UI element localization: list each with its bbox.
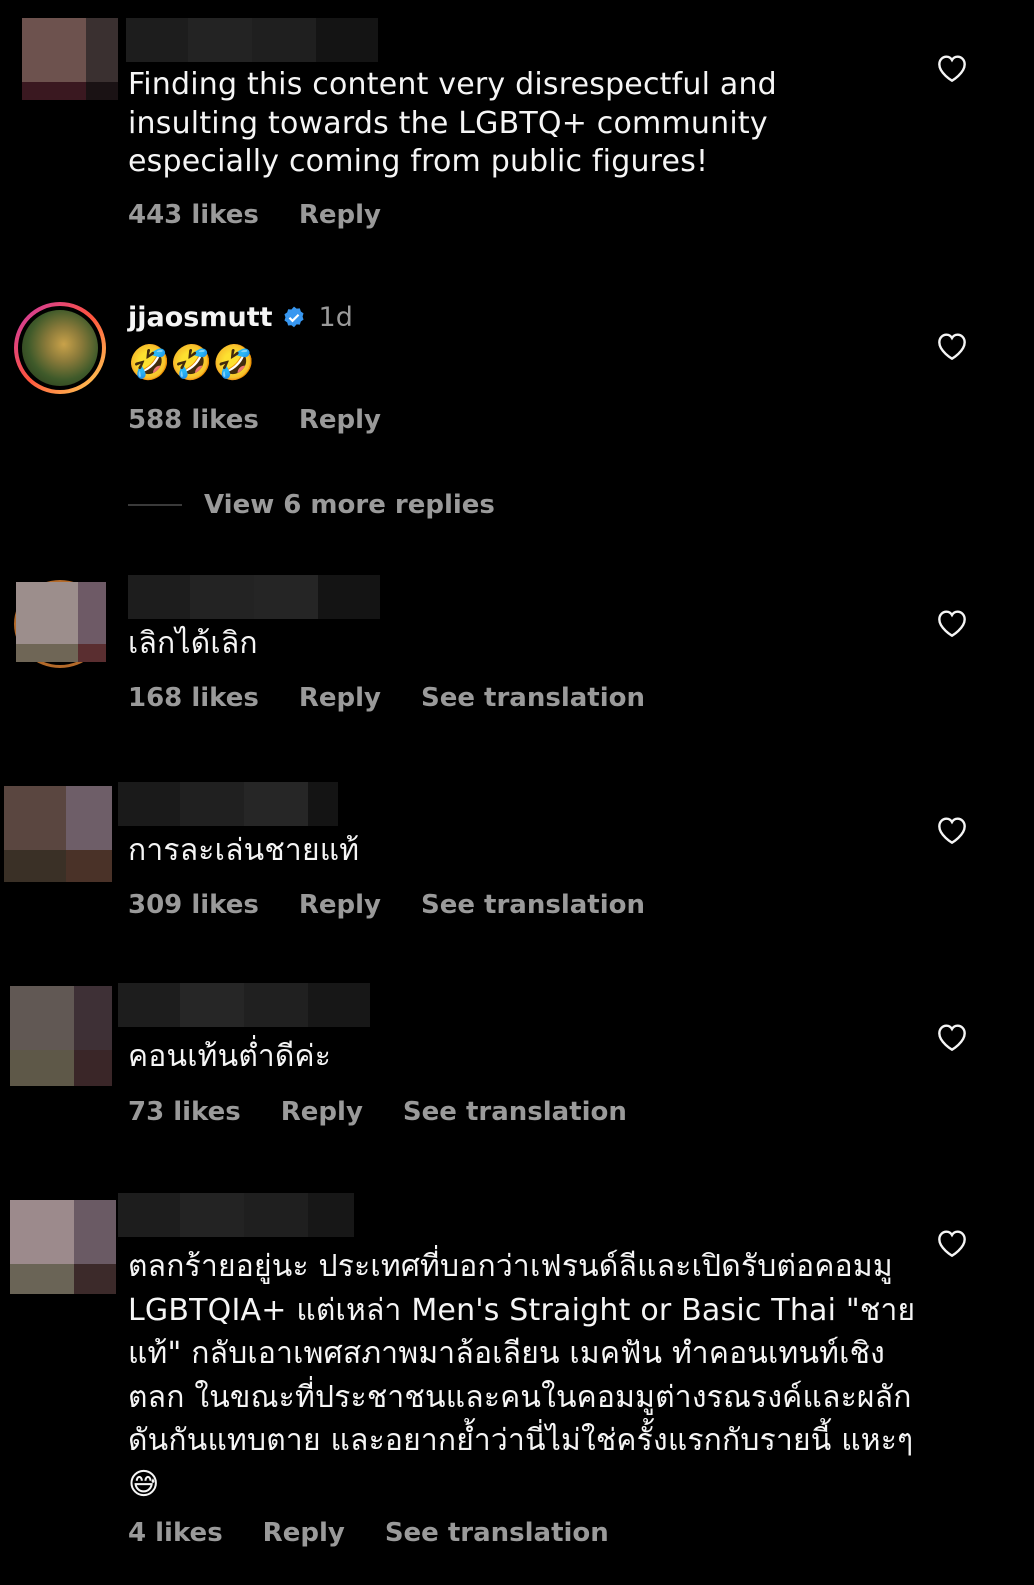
- comment-meta: 4 likes Reply See translation: [128, 1518, 609, 1548]
- heart-icon[interactable]: [936, 815, 968, 845]
- avatar-blurred[interactable]: [10, 1200, 116, 1294]
- avatar-blurred[interactable]: [10, 986, 112, 1086]
- likes-count[interactable]: 73 likes: [128, 1097, 241, 1127]
- reply-button[interactable]: Reply: [299, 890, 381, 920]
- see-translation-button[interactable]: See translation: [385, 1518, 609, 1548]
- comment-time: 1d: [318, 302, 353, 333]
- comment-text: เลิกได้เลิก: [128, 626, 258, 661]
- heart-icon[interactable]: [936, 1228, 968, 1258]
- comment-meta: 73 likes Reply See translation: [128, 1097, 627, 1127]
- view-more-label: View 6 more replies: [204, 490, 495, 520]
- username-blurred[interactable]: [118, 983, 370, 1027]
- avatar-blurred[interactable]: [14, 580, 106, 668]
- see-translation-button[interactable]: See translation: [421, 890, 645, 920]
- reply-button[interactable]: Reply: [299, 200, 381, 230]
- likes-count[interactable]: 168 likes: [128, 683, 259, 713]
- likes-count[interactable]: 4 likes: [128, 1518, 223, 1548]
- username-link[interactable]: jjaosmutt: [128, 302, 273, 333]
- reply-button[interactable]: Reply: [299, 683, 381, 713]
- username-blurred[interactable]: [126, 18, 378, 62]
- likes-count[interactable]: 588 likes: [128, 405, 259, 435]
- comment-text: การละเล่นชายแท้: [128, 833, 360, 868]
- comment-meta: 588 likes Reply: [128, 405, 381, 435]
- reply-button[interactable]: Reply: [299, 405, 381, 435]
- comment-text: ตลกร้ายอยู่นะ ประเทศที่บอกว่าเฟรนด์ลีและ…: [128, 1249, 916, 1502]
- reply-button[interactable]: Reply: [263, 1518, 345, 1548]
- comment-meta: 443 likes Reply: [128, 200, 381, 230]
- view-more-replies-button[interactable]: View 6 more replies: [128, 490, 495, 520]
- reply-button[interactable]: Reply: [281, 1097, 363, 1127]
- comment-text: คอนเท้นต่ำดีค่ะ: [128, 1039, 332, 1074]
- heart-icon[interactable]: [936, 1022, 968, 1052]
- likes-count[interactable]: 309 likes: [128, 890, 259, 920]
- avatar-jjaosmutt[interactable]: [14, 302, 106, 394]
- likes-count[interactable]: 443 likes: [128, 200, 259, 230]
- divider-line: [128, 504, 182, 506]
- username-blurred[interactable]: [118, 782, 338, 826]
- comment-author: jjaosmutt 1d: [128, 302, 353, 333]
- heart-icon[interactable]: [936, 608, 968, 638]
- avatar-blurred[interactable]: [4, 786, 112, 882]
- avatar-blurred[interactable]: [22, 18, 118, 100]
- comment-meta: 309 likes Reply See translation: [128, 890, 645, 920]
- heart-icon[interactable]: [936, 53, 968, 83]
- username-blurred[interactable]: [118, 1193, 354, 1237]
- comment-text: Finding this content very disrespectful …: [128, 67, 777, 179]
- verified-badge-icon: [283, 306, 304, 327]
- see-translation-button[interactable]: See translation: [421, 683, 645, 713]
- see-translation-button[interactable]: See translation: [403, 1097, 627, 1127]
- comment-meta: 168 likes Reply See translation: [128, 683, 645, 713]
- heart-icon[interactable]: [936, 331, 968, 361]
- comment-text: 🤣🤣🤣: [128, 343, 256, 383]
- username-blurred[interactable]: [128, 575, 380, 619]
